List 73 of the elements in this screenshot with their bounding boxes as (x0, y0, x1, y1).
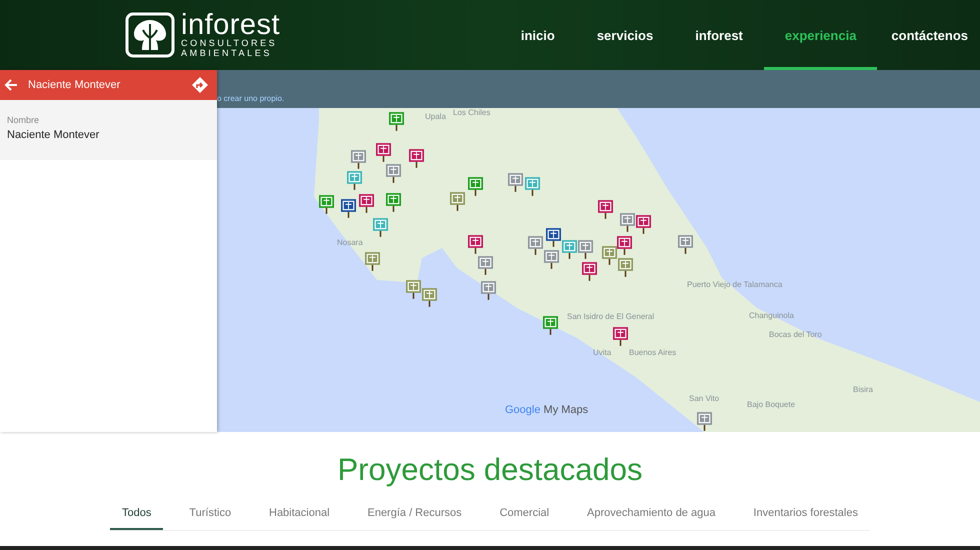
place-label: Uvita (593, 348, 612, 357)
map-marker-icon[interactable] (341, 199, 356, 218)
filter-tab[interactable]: Energía / Recursos (355, 500, 474, 530)
map-marker-icon[interactable] (468, 177, 483, 196)
place-label: Changuinola (749, 311, 794, 320)
map-attribution: Google My Maps (505, 404, 588, 416)
map-marker-icon[interactable] (598, 200, 613, 219)
nav-link[interactable]: inforest (674, 0, 764, 70)
directions-icon[interactable] (192, 77, 208, 93)
map-marker-icon[interactable] (544, 250, 559, 269)
map-marker-icon[interactable] (365, 252, 380, 271)
place-label: San Isidro de El General (567, 312, 654, 321)
map-marker-icon[interactable] (422, 288, 437, 307)
map-marker-icon[interactable] (602, 246, 617, 265)
map-marker-icon[interactable] (389, 112, 404, 131)
map-marker-icon[interactable] (678, 235, 693, 254)
map-marker-icon[interactable] (620, 213, 635, 232)
map-marker-icon[interactable] (697, 412, 712, 431)
filter-tab[interactable]: Comercial (488, 500, 562, 530)
map-marker-icon[interactable] (562, 240, 577, 259)
section-title: Proyectos destacados (337, 452, 642, 488)
map-marker-icon[interactable] (359, 194, 374, 213)
logo-tagline: CONSULTORES (181, 38, 278, 48)
map-marker-icon[interactable] (543, 316, 558, 335)
place-label: Bajo Boquete (747, 400, 796, 409)
place-label: Bocas del Toro (769, 330, 822, 339)
nav-link[interactable]: contáctenos (877, 0, 980, 70)
map-marker-icon[interactable] (450, 192, 465, 211)
map-marker-icon[interactable] (508, 173, 523, 192)
map-marker-icon[interactable] (319, 195, 334, 214)
map-marker-icon[interactable] (613, 327, 628, 346)
map-marker-icon[interactable] (481, 281, 496, 300)
logo-tagline: AMBIENTALES (181, 48, 273, 58)
field-label: Nombre (7, 115, 40, 125)
map-marker-icon[interactable] (546, 228, 561, 247)
map-marker-icon[interactable] (386, 164, 401, 183)
nav-link[interactable]: servicios (576, 0, 674, 70)
map-marker-icon[interactable] (525, 177, 540, 196)
place-label: Los Chiles (453, 108, 490, 117)
back-arrow-icon[interactable] (4, 78, 18, 92)
filter-tab[interactable]: Todos (110, 500, 164, 530)
map-marker-icon[interactable] (468, 235, 483, 254)
map-marker-icon[interactable] (376, 143, 391, 162)
tree-logo-icon (125, 12, 175, 58)
filter-tab[interactable]: Turístico (177, 500, 244, 530)
place-label: Nosara (337, 238, 363, 247)
map-marker-icon[interactable] (406, 280, 421, 299)
place-label: Buenos Aires (629, 348, 676, 357)
map-marker-icon[interactable] (528, 236, 543, 255)
map-marker-icon[interactable] (373, 218, 388, 237)
nav-link[interactable]: inicio (500, 0, 576, 70)
map-marker-icon[interactable] (409, 149, 424, 168)
map-marker-icon[interactable] (386, 193, 401, 212)
map-marker-icon[interactable] (478, 256, 493, 275)
map-marker-icon[interactable] (582, 262, 597, 281)
map-marker-icon[interactable] (351, 150, 366, 169)
panel-title: Naciente Montever (28, 79, 122, 91)
logo-wordmark: inforest (181, 12, 280, 38)
map-hint-text: o crear uno propio. (217, 94, 284, 103)
field-value: Naciente Montever (7, 129, 100, 141)
filter-tab[interactable]: Habitacional (257, 500, 342, 530)
filter-tab[interactable]: Aprovechamiento de agua (575, 500, 728, 530)
place-label: San Vito (689, 394, 720, 403)
map-marker-icon[interactable] (347, 171, 362, 190)
map-marker-icon[interactable] (636, 215, 651, 234)
place-label: Puerto Viejo de Talamanca (687, 280, 782, 289)
place-label: Upala (425, 112, 446, 121)
filter-tab[interactable]: Inventarios forestales (741, 500, 870, 530)
map-marker-icon[interactable] (578, 240, 593, 259)
map-canvas[interactable]: Upala Los Chiles Nosara Puerto Viejo de Talamanca Changuinola Bocas del Toro San Isidro de El General Uvita Buenos Aires San Vito Bajo Boquete Bisira Google My Maps (217, 108, 980, 432)
place-label: Bisira (853, 385, 874, 394)
map-marker-icon[interactable] (618, 258, 633, 277)
map-marker-icon[interactable] (617, 236, 632, 255)
